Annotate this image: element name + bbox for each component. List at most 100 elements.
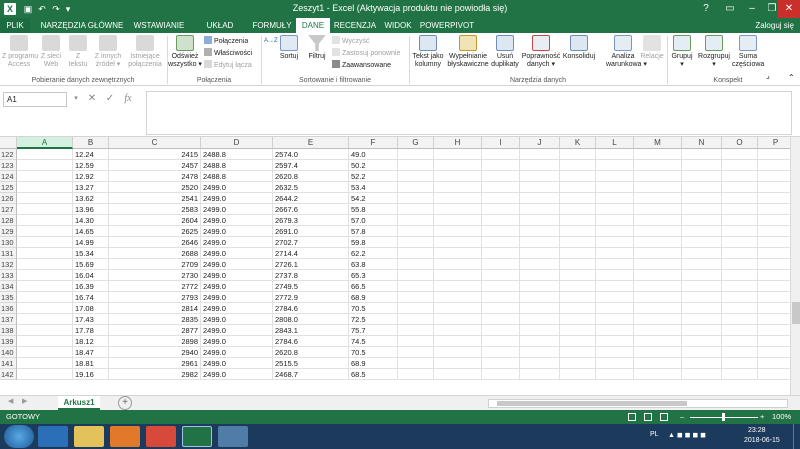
cell-f[interactable]: 62.2	[349, 248, 398, 259]
cell-k[interactable]	[560, 182, 596, 193]
cell-b[interactable]: 12.24	[73, 149, 109, 160]
cell-n[interactable]	[682, 193, 722, 204]
row-header[interactable]: 134	[0, 281, 17, 292]
cell-h[interactable]	[434, 160, 482, 171]
cell-p[interactable]	[758, 237, 790, 248]
cell-b[interactable]: 13.62	[73, 193, 109, 204]
cell-p[interactable]	[758, 248, 790, 259]
row-header[interactable]: 130	[0, 237, 17, 248]
name-box[interactable]: A1	[3, 92, 67, 107]
cell-o[interactable]	[722, 336, 758, 347]
cell-m[interactable]	[634, 237, 682, 248]
cell-m[interactable]	[634, 358, 682, 369]
cell-a[interactable]	[17, 182, 73, 193]
cell-n[interactable]	[682, 358, 722, 369]
enter-entry-icon[interactable]: ✓	[104, 92, 116, 106]
cell-b[interactable]: 15.69	[73, 259, 109, 270]
cell-p[interactable]	[758, 171, 790, 182]
cell-m[interactable]	[634, 182, 682, 193]
cell-f[interactable]: 52.2	[349, 171, 398, 182]
row-header[interactable]: 141	[0, 358, 17, 369]
cell-c[interactable]: 2520	[109, 182, 201, 193]
cell-h[interactable]	[434, 281, 482, 292]
cell-l[interactable]	[596, 314, 634, 325]
zoom-slider-thumb[interactable]	[722, 413, 725, 421]
from-access-button[interactable]: Z programu Access	[2, 35, 38, 69]
cell-h[interactable]	[434, 182, 482, 193]
cell-a[interactable]	[17, 193, 73, 204]
cell-l[interactable]	[596, 171, 634, 182]
sort-az-button[interactable]: A→Z	[264, 37, 278, 45]
cell-h[interactable]	[434, 336, 482, 347]
normal-view-icon[interactable]	[628, 413, 636, 421]
cell-o[interactable]	[722, 182, 758, 193]
column-header-h[interactable]: H	[434, 137, 482, 149]
cell-c[interactable]: 2730	[109, 270, 201, 281]
cell-j[interactable]	[520, 160, 560, 171]
add-sheet-button[interactable]: +	[118, 396, 132, 410]
cell-a[interactable]	[17, 303, 73, 314]
cell-m[interactable]	[634, 149, 682, 160]
cell-e[interactable]: 2644.2	[273, 193, 349, 204]
help-button[interactable]: ?	[694, 0, 718, 18]
cell-h[interactable]	[434, 369, 482, 380]
cell-p[interactable]	[758, 281, 790, 292]
cell-e[interactable]: 2784.6	[273, 336, 349, 347]
cell-n[interactable]	[682, 347, 722, 358]
column-header-m[interactable]: M	[634, 137, 682, 149]
text-to-columns-button[interactable]: Tekst jako kolumny	[410, 35, 446, 69]
cell-m[interactable]	[634, 193, 682, 204]
column-header-b[interactable]: B	[73, 137, 109, 149]
cell-g[interactable]	[398, 204, 434, 215]
cell-m[interactable]	[634, 226, 682, 237]
cell-d[interactable]: 2499.0	[201, 358, 273, 369]
cell-n[interactable]	[682, 226, 722, 237]
cell-f[interactable]: 74.5	[349, 336, 398, 347]
cell-d[interactable]: 2499.0	[201, 215, 273, 226]
connections-button[interactable]: Połączenia	[204, 36, 248, 46]
cell-n[interactable]	[682, 237, 722, 248]
column-header-g[interactable]: G	[398, 137, 434, 149]
cell-l[interactable]	[596, 237, 634, 248]
cell-l[interactable]	[596, 325, 634, 336]
tab-insert[interactable]: WSTAWIANIE	[128, 18, 190, 33]
cell-e[interactable]: 2714.4	[273, 248, 349, 259]
row-header[interactable]: 133	[0, 270, 17, 281]
cell-k[interactable]	[560, 215, 596, 226]
cell-d[interactable]: 2499.0	[201, 270, 273, 281]
cell-j[interactable]	[520, 215, 560, 226]
cell-o[interactable]	[722, 303, 758, 314]
cell-m[interactable]	[634, 347, 682, 358]
cell-m[interactable]	[634, 215, 682, 226]
from-text-button[interactable]: Z tekstu	[66, 35, 90, 69]
cell-m[interactable]	[634, 336, 682, 347]
cell-i[interactable]	[482, 226, 520, 237]
cell-e[interactable]: 2772.9	[273, 292, 349, 303]
column-header-n[interactable]: N	[682, 137, 722, 149]
cell-g[interactable]	[398, 248, 434, 259]
cell-a[interactable]	[17, 336, 73, 347]
cell-j[interactable]	[520, 314, 560, 325]
cell-o[interactable]	[722, 160, 758, 171]
cell-e[interactable]: 2679.3	[273, 215, 349, 226]
cell-j[interactable]	[520, 281, 560, 292]
collapse-ribbon-icon[interactable]: ⌃	[788, 73, 795, 82]
cell-h[interactable]	[434, 215, 482, 226]
page-break-view-icon[interactable]	[660, 413, 668, 421]
cell-n[interactable]	[682, 259, 722, 270]
cell-j[interactable]	[520, 259, 560, 270]
cell-h[interactable]	[434, 193, 482, 204]
cell-d[interactable]: 2499.0	[201, 336, 273, 347]
row-header[interactable]: 129	[0, 226, 17, 237]
cell-o[interactable]	[722, 325, 758, 336]
column-header-l[interactable]: L	[596, 137, 634, 149]
cell-j[interactable]	[520, 171, 560, 182]
cell-e[interactable]: 2667.6	[273, 204, 349, 215]
cell-m[interactable]	[634, 325, 682, 336]
cell-d[interactable]: 2499.0	[201, 369, 273, 380]
cell-i[interactable]	[482, 369, 520, 380]
refresh-all-button[interactable]: Odśwież wszystko ▾	[168, 35, 202, 69]
cell-m[interactable]	[634, 204, 682, 215]
cell-b[interactable]: 14.65	[73, 226, 109, 237]
cell-k[interactable]	[560, 303, 596, 314]
